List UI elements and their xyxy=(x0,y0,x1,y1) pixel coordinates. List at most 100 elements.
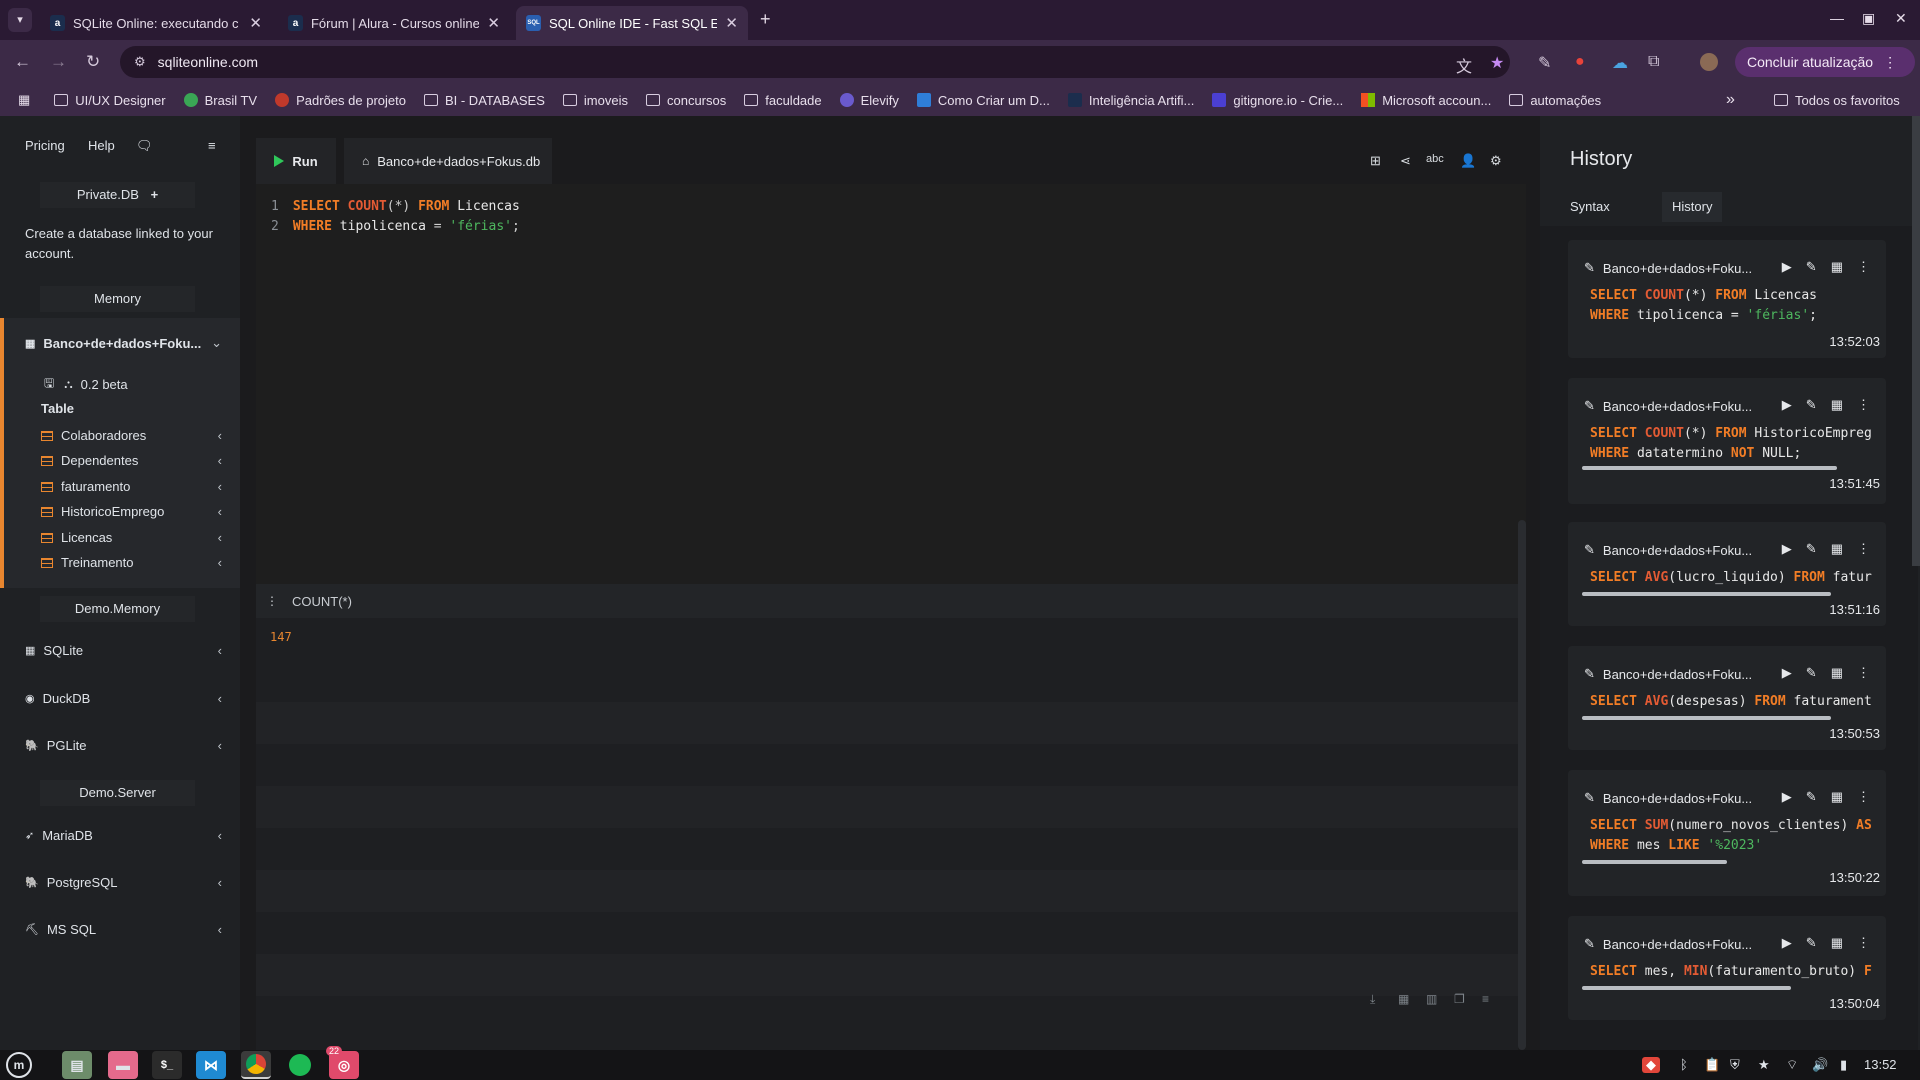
save-icon[interactable]: 🖫 xyxy=(44,374,54,395)
bookmark[interactable]: gitignore.io - Crie... xyxy=(1212,93,1343,108)
all-bookmarks-folder[interactable]: Todos os favoritos xyxy=(1774,93,1900,108)
bookmark-folder[interactable]: concursos xyxy=(645,93,726,108)
copy-icon[interactable]: ❐ xyxy=(1454,992,1465,1006)
grid-icon[interactable]: ▦ xyxy=(1831,541,1843,557)
table-item[interactable]: Licencas xyxy=(41,530,112,545)
database-stack-icon[interactable]: ≡ xyxy=(208,138,216,153)
back-icon[interactable]: ← xyxy=(14,52,31,72)
play-icon[interactable]: ▶ xyxy=(1782,665,1792,681)
list-icon[interactable]: ≡ xyxy=(1482,992,1489,1006)
gear-icon[interactable]: ⚙ xyxy=(1490,153,1502,169)
apps-grid-icon[interactable]: ▦ xyxy=(18,92,30,108)
eyedropper-icon[interactable]: ✎ xyxy=(1538,53,1551,73)
tab-syntax[interactable]: Syntax xyxy=(1560,192,1620,222)
chevron-left-icon[interactable]: ‹ xyxy=(218,555,222,570)
terminal-icon[interactable]: $_ xyxy=(152,1051,182,1079)
kebab-icon[interactable]: ⋮ xyxy=(1857,935,1870,951)
engine-postgresql[interactable]: 🐘 PostgreSQL xyxy=(25,875,118,890)
bookmark[interactable]: Microsoft accoun... xyxy=(1361,93,1491,108)
kebab-icon[interactable]: ⋮ xyxy=(1857,259,1870,275)
chevron-left-icon[interactable]: ‹ xyxy=(218,691,222,706)
minimize-icon[interactable]: — xyxy=(1830,10,1844,26)
browser-tab[interactable]: a Fórum | Alura - Cursos online ✕ xyxy=(278,6,510,40)
grid-icon[interactable]: ▦ xyxy=(1831,935,1843,951)
column-menu-icon[interactable]: ⋮ xyxy=(266,594,278,608)
add-icon[interactable]: + xyxy=(151,187,159,202)
grid-icon[interactable]: ▦ xyxy=(1831,397,1843,413)
bookmark[interactable]: Brasil TV xyxy=(183,93,257,108)
results-scrollbar[interactable] xyxy=(1518,520,1526,1050)
translate-icon[interactable]: 文 xyxy=(1456,53,1472,77)
close-tab-icon[interactable]: ✕ xyxy=(725,14,738,32)
site-settings-icon[interactable]: ⚙ xyxy=(134,54,146,70)
spellcheck-icon[interactable]: abc xyxy=(1426,153,1444,165)
spotify-icon[interactable] xyxy=(285,1051,315,1079)
chevron-left-icon[interactable]: ‹ xyxy=(218,738,222,753)
history-card[interactable]: ✎ Banco+de+dados+Foku... ▶ ✎ ▦ ⋮ SELECT SUM(… xyxy=(1568,770,1886,896)
shield-icon[interactable]: ⛨ xyxy=(1730,1057,1740,1073)
bookmark-folder[interactable]: BI - DATABASES xyxy=(423,93,545,108)
engine-pglite[interactable]: 🐘 PGLite xyxy=(25,738,86,753)
chevron-left-icon[interactable]: ‹ xyxy=(218,875,222,890)
chevron-left-icon[interactable]: ‹ xyxy=(218,530,222,545)
play-icon[interactable]: ▶ xyxy=(1782,541,1792,557)
history-scrollbar[interactable] xyxy=(1912,116,1920,566)
run-button[interactable]: Run xyxy=(256,138,336,184)
play-icon[interactable]: ▶ xyxy=(1782,935,1792,951)
history-card[interactable]: ✎ Banco+de+dados+Foku... ▶ ✎ ▦ ⋮ SELECT mes,… xyxy=(1568,916,1886,1020)
bookmark[interactable]: Elevify xyxy=(839,93,899,108)
user-icon[interactable]: 👤 xyxy=(1460,153,1476,169)
kebab-icon[interactable]: ⋮ xyxy=(1857,665,1870,681)
edit-icon[interactable]: ✎ xyxy=(1806,935,1817,951)
chevron-left-icon[interactable]: ‹ xyxy=(218,504,222,519)
anydesk-icon[interactable]: ◆ xyxy=(1642,1057,1660,1073)
pricing-link[interactable]: Pricing xyxy=(25,138,65,153)
table-item[interactable]: Dependentes xyxy=(41,453,138,468)
engine-duckdb[interactable]: ◉ DuckDB xyxy=(25,691,90,706)
battery-icon[interactable]: ▮ xyxy=(1840,1057,1847,1073)
bookmark-folder[interactable]: faculdade xyxy=(744,93,822,108)
wifi-icon[interactable]: ⌔ xyxy=(1786,1057,1798,1073)
extension-cloud-icon[interactable]: ☁ xyxy=(1612,53,1628,73)
table-item[interactable]: faturamento xyxy=(41,479,130,494)
url-field[interactable]: ⚙ sqliteonline.com xyxy=(120,46,1510,78)
engine-mariadb[interactable]: ➶ MariaDB xyxy=(25,828,93,843)
bookmark-folder[interactable]: automações xyxy=(1509,93,1601,108)
clipboard-icon[interactable]: 📋 xyxy=(1704,1057,1720,1073)
chrome-icon[interactable] xyxy=(241,1051,271,1079)
bookmark-star-icon[interactable]: ★ xyxy=(1490,53,1504,73)
bookmark[interactable]: Padrões de projeto xyxy=(275,93,406,108)
reload-icon[interactable]: ↻ xyxy=(86,52,100,72)
extensions-icon[interactable]: ⧉ xyxy=(1648,53,1659,71)
chevron-left-icon[interactable]: ‹ xyxy=(218,828,222,843)
chevron-left-icon[interactable]: ‹ xyxy=(218,428,222,443)
new-tab-icon[interactable]: + xyxy=(760,9,771,30)
files-icon[interactable]: ▬ xyxy=(108,1051,138,1079)
database-tab[interactable]: ⌂ Banco+de+dados+Fokus.db xyxy=(344,138,552,184)
chevron-left-icon[interactable]: ‹ xyxy=(218,479,222,494)
mint-menu-icon[interactable]: m xyxy=(6,1052,32,1078)
download-icon[interactable]: ⤓ xyxy=(1370,992,1375,1007)
result-row[interactable]: 147 xyxy=(256,618,1518,660)
table-view-icon[interactable]: ▦ xyxy=(1398,992,1409,1006)
close-tab-icon[interactable]: ✕ xyxy=(487,14,500,32)
bookmark-folder[interactable]: imoveis xyxy=(562,93,628,108)
tab-search-button[interactable]: ▾ xyxy=(8,8,32,32)
kebab-icon[interactable]: ⋮ xyxy=(1857,541,1870,557)
history-card[interactable]: ✎ Banco+de+dados+Foku... ▶ ✎ ▦ ⋮ SELECT AVG(… xyxy=(1568,522,1886,626)
more-bookmarks-icon[interactable]: » xyxy=(1726,91,1735,109)
favorite-star-icon[interactable]: ★ xyxy=(1758,1057,1770,1073)
chevron-left-icon[interactable]: ‹ xyxy=(218,643,222,658)
kebab-icon[interactable]: ⋮ xyxy=(1857,789,1870,805)
result-cell[interactable]: 147 xyxy=(270,630,292,644)
profile-avatar[interactable] xyxy=(1700,53,1718,71)
table-item[interactable]: Colaboradores xyxy=(41,428,146,443)
grid-icon[interactable]: ▦ xyxy=(1831,789,1843,805)
system-settings-icon[interactable]: ▤ xyxy=(62,1051,92,1079)
browser-tab-active[interactable]: SQL SQL Online IDE - Fast SQL Ed ✕ xyxy=(516,6,748,40)
kebab-icon[interactable]: ⋮ xyxy=(1857,397,1870,413)
engine-mssql[interactable]: ⛏ MS SQL xyxy=(25,922,96,937)
edit-icon[interactable]: ✎ xyxy=(1806,665,1817,681)
close-window-icon[interactable]: ✕ xyxy=(1895,10,1907,27)
history-card[interactable]: ✎ Banco+de+dados+Foku... ▶ ✎ ▦ ⋮ SELECT COUN… xyxy=(1568,378,1886,504)
